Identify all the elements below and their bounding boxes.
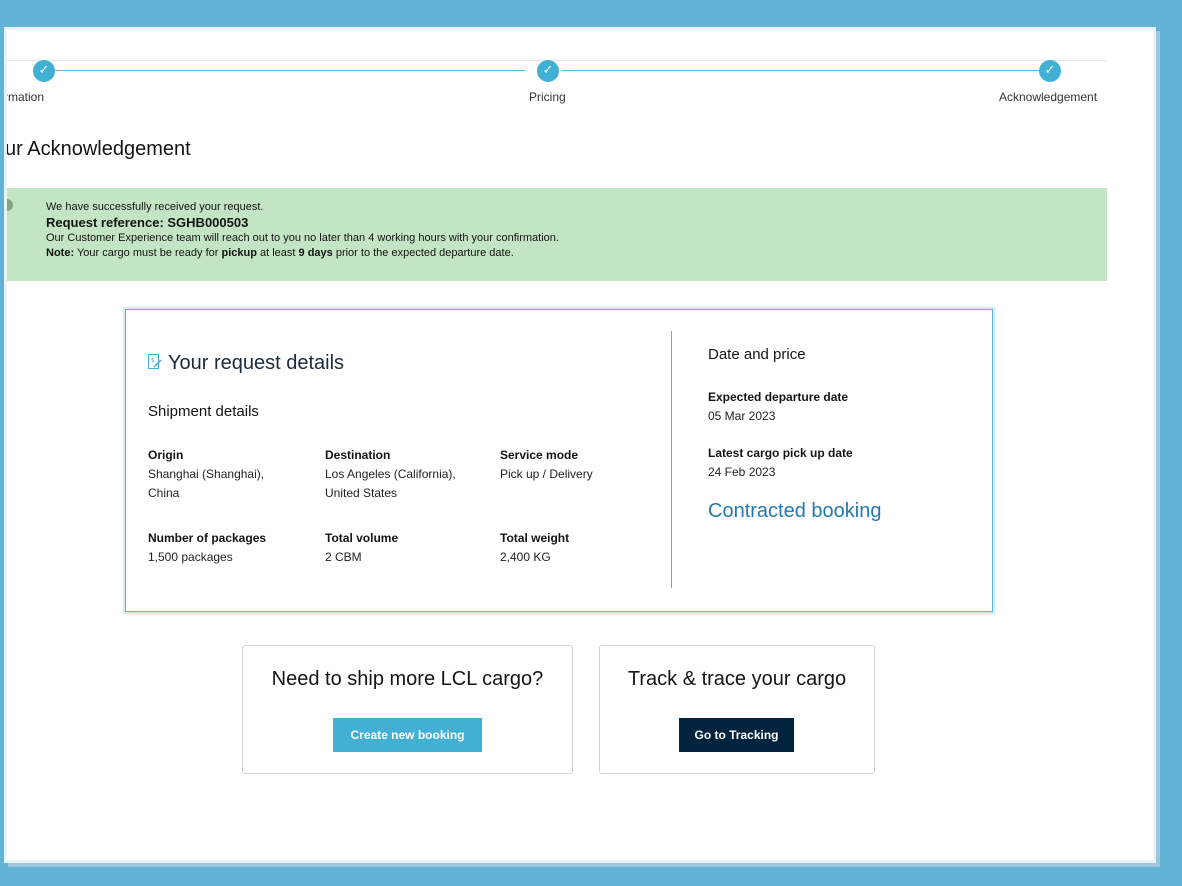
success-banner: We have successfully received your reque… bbox=[7, 188, 1107, 281]
field-value: 1,500 packages bbox=[148, 550, 233, 564]
note-pickup: pickup bbox=[221, 247, 257, 259]
document-pen-icon: $ bbox=[148, 353, 162, 369]
step-label-acknowledgement: Acknowledgement bbox=[999, 90, 1098, 104]
stepper-line bbox=[561, 70, 1039, 71]
field-label: Service mode bbox=[500, 448, 579, 462]
field-value: Shanghai (Shanghai), China bbox=[148, 467, 265, 500]
weight-field: Total weight 2,400 KG bbox=[500, 529, 569, 567]
note-text: Your cargo must be ready for bbox=[74, 247, 222, 259]
step-check-icon: ✓ bbox=[1039, 60, 1061, 82]
request-details-title: $ Your request details bbox=[148, 352, 344, 375]
field-label: Latest cargo pick up date bbox=[708, 446, 853, 460]
pickup-date-field: Latest cargo pick up date 24 Feb 2023 bbox=[708, 444, 853, 482]
destination-field: Destination Los Angeles (California), Un… bbox=[325, 446, 456, 503]
step-check-icon: ✓ bbox=[33, 60, 55, 82]
field-value: 05 Mar 2023 bbox=[708, 409, 776, 423]
go-to-tracking-button[interactable]: Go to Tracking bbox=[679, 718, 794, 752]
banner-note: Note: Your cargo must be ready for picku… bbox=[46, 247, 514, 259]
field-label: Total weight bbox=[500, 531, 570, 545]
page-title: ur Acknowledgement bbox=[7, 138, 191, 160]
volume-field: Total volume 2 CBM bbox=[325, 529, 398, 567]
stepper-top-divider bbox=[7, 60, 1107, 61]
step-check-icon: ✓ bbox=[537, 60, 559, 82]
field-label: Origin bbox=[148, 448, 184, 462]
note-days: 9 days bbox=[298, 247, 333, 259]
request-title-text: Your request details bbox=[168, 352, 345, 374]
service-mode-field: Service mode Pick up / Delivery bbox=[500, 446, 593, 484]
origin-field: Origin Shanghai (Shanghai), China bbox=[148, 446, 264, 503]
field-value: Los Angeles (California), United States bbox=[325, 467, 456, 500]
request-details-card: $ Your request details Shipment details … bbox=[125, 309, 993, 612]
stepper-line bbox=[55, 70, 525, 71]
success-icon bbox=[7, 199, 13, 211]
field-label: Number of packages bbox=[148, 531, 267, 545]
field-value: Pick up / Delivery bbox=[500, 467, 593, 481]
track-trace-tile: Track & trace your cargo Go to Tracking bbox=[599, 645, 875, 774]
progress-stepper: ✓ rmation ✓ Pricing ✓ Acknowledgement bbox=[7, 58, 1107, 118]
departure-date-field: Expected departure date 05 Mar 2023 bbox=[708, 388, 848, 426]
booking-type: Contracted booking bbox=[708, 500, 882, 522]
step-label-pricing: Pricing bbox=[529, 90, 566, 104]
banner-message: We have successfully received your reque… bbox=[46, 201, 264, 213]
ship-more-tile: Need to ship more LCL cargo? Create new … bbox=[242, 645, 573, 774]
packages-field: Number of packages 1,500 packages bbox=[148, 529, 266, 567]
ship-more-title: Need to ship more LCL cargo? bbox=[271, 668, 544, 690]
note-text: prior to the expected departure date. bbox=[332, 247, 514, 259]
svg-text:$: $ bbox=[151, 357, 155, 364]
note-label: Note: bbox=[46, 247, 75, 259]
banner-followup: Our Customer Experience team will reach … bbox=[46, 232, 559, 244]
field-value: 2,400 KG bbox=[500, 550, 551, 564]
field-value: 24 Feb 2023 bbox=[708, 465, 776, 479]
card-divider bbox=[671, 331, 672, 588]
request-reference: Request reference: SGHB000503 bbox=[46, 215, 249, 230]
create-new-booking-button[interactable]: Create new booking bbox=[333, 718, 482, 752]
step-label-information: rmation bbox=[7, 90, 45, 104]
note-text: at least bbox=[256, 247, 299, 259]
field-label: Total volume bbox=[325, 531, 399, 545]
field-label: Expected departure date bbox=[708, 390, 849, 404]
field-label: Destination bbox=[325, 448, 391, 462]
shipment-details-heading: Shipment details bbox=[148, 403, 259, 420]
app-window: ✓ rmation ✓ Pricing ✓ Acknowledgement ur… bbox=[7, 30, 1153, 860]
field-value: 2 CBM bbox=[325, 550, 362, 564]
date-price-heading: Date and price bbox=[708, 346, 806, 363]
track-trace-title: Track & trace your cargo bbox=[627, 668, 847, 690]
